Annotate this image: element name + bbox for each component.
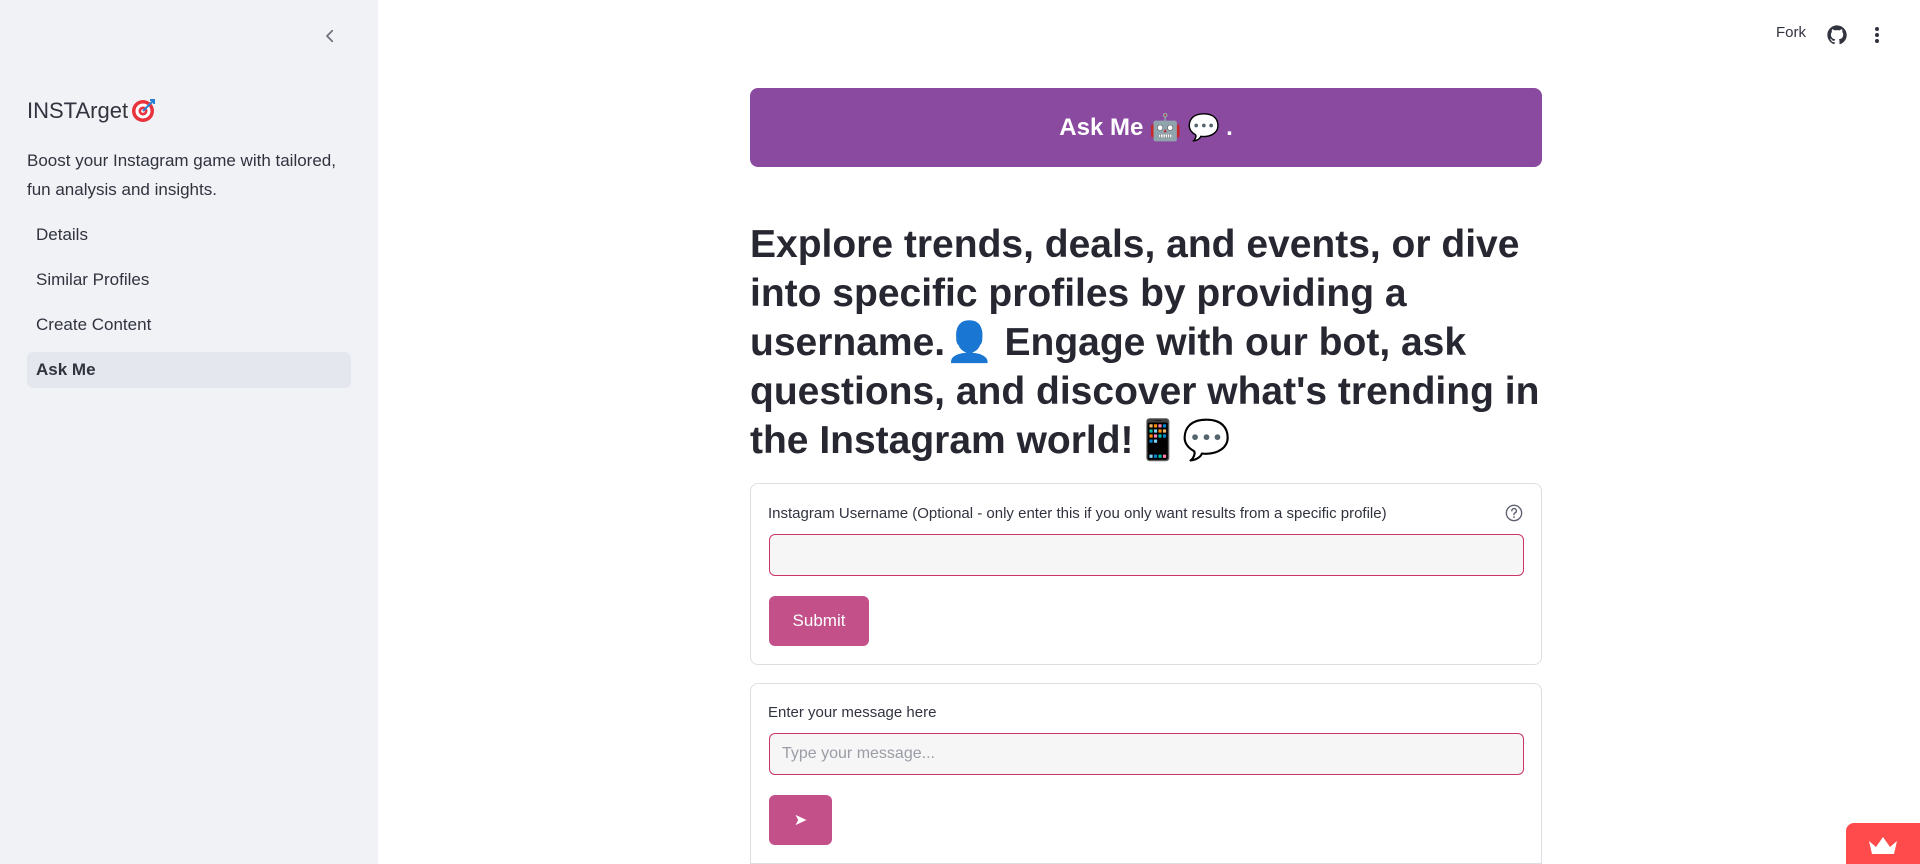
sidebar-item-label: Create Content — [36, 315, 152, 334]
sidebar-item-details[interactable]: Details — [27, 217, 351, 253]
sidebar-item-label: Similar Profiles — [36, 270, 150, 289]
sidebar: INSTArget Boost your Instagram game with… — [0, 0, 378, 864]
message-input[interactable] — [769, 733, 1524, 775]
robot-icon: 🤖 — [1149, 112, 1182, 142]
page-headline: Explore trends, deals, and events, or di… — [750, 220, 1550, 465]
person-icon: 👤 — [945, 321, 994, 364]
sidebar-nav: Details Similar Profiles Create Content … — [27, 217, 351, 397]
speech-bubble-icon: 💬 — [1182, 419, 1231, 462]
app-title: INSTArget — [27, 98, 156, 124]
sidebar-item-similar-profiles[interactable]: Similar Profiles — [27, 262, 351, 298]
message-label: Enter your message here — [768, 704, 937, 721]
more-vertical-icon[interactable] — [1866, 24, 1888, 46]
phone-icon: 📱 — [1133, 419, 1183, 462]
send-icon: ➤ — [793, 812, 808, 829]
chevron-left-icon — [326, 29, 334, 43]
sidebar-item-create-content[interactable]: Create Content — [27, 307, 351, 343]
banner-text: Ask Me — [1059, 113, 1144, 141]
collapse-sidebar-button[interactable] — [318, 24, 342, 48]
submit-button[interactable]: Submit — [769, 596, 869, 646]
speech-bubble-icon: 💬 — [1187, 112, 1221, 142]
sidebar-item-ask-me[interactable]: Ask Me — [27, 352, 351, 388]
sidebar-item-label: Details — [36, 225, 88, 244]
banner-suffix: . — [1226, 113, 1233, 141]
ask-me-banner: Ask Me 🤖 💬 . — [750, 88, 1542, 167]
send-button[interactable]: ➤ — [769, 795, 832, 845]
help-icon[interactable] — [1505, 504, 1523, 522]
target-icon — [132, 99, 156, 122]
app-tagline: Boost your Instagram game with tailored,… — [27, 151, 336, 199]
sidebar-item-label: Ask Me — [36, 360, 96, 379]
username-input[interactable] — [769, 534, 1524, 576]
app-title-text: INSTArget — [27, 98, 129, 123]
dots-vertical-glyph — [1875, 27, 1879, 43]
message-form: Enter your message here ➤ — [750, 683, 1542, 864]
crown-icon — [1869, 836, 1897, 854]
streamlit-badge[interactable] — [1846, 823, 1920, 864]
fork-link[interactable]: Fork — [1776, 24, 1806, 41]
username-label: Instagram Username (Optional - only ente… — [768, 505, 1387, 522]
username-form: Instagram Username (Optional - only ente… — [750, 483, 1542, 665]
github-icon[interactable] — [1826, 24, 1848, 46]
